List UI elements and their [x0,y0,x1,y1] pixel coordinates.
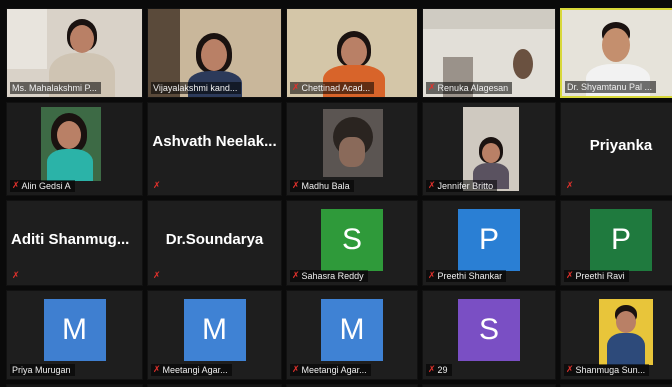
avatar-initial: M [62,313,87,346]
participant-name-tag: ✗ [564,180,578,192]
participant-tile[interactable]: M ✗ Meetangi Agar... [147,290,282,380]
participant-name-tag: ✗ [151,180,165,192]
participant-tile[interactable]: Vijayalakshmi kand... [147,8,282,98]
muted-mic-icon: ✗ [428,83,436,93]
participant-tile[interactable]: Dr.Soundarya ✗ [147,200,282,286]
muted-mic-icon: ✗ [428,365,436,375]
participant-name: Madhu Bala [301,181,350,191]
avatar-initial: P [610,223,631,256]
participant-display-name: Ashvath Neelak... [152,133,277,150]
participant-name: Jennifer Britto [437,181,494,191]
participant-name-tag: ✗ Preethi Shankar [426,270,507,282]
participant-display-name: Aditi Shanmug... [11,231,130,248]
participant-tile[interactable]: ✗ Chettinad Acad... [286,8,418,98]
muted-mic-icon: ✗ [153,181,161,191]
participant-tile[interactable]: Priyanka ✗ [560,102,672,196]
avatar: P [458,209,520,271]
participant-display-name: Priyanka [589,137,653,154]
participant-tile[interactable]: M Priya Murugan [6,290,143,380]
avatar: S [321,209,383,271]
muted-mic-icon: ✗ [153,365,161,375]
participant-tile-active-speaker[interactable]: Dr. Shyamtanu Pal ... [560,8,672,98]
avatar: S [458,299,520,361]
participant-name: Renuka Alagesan [437,83,509,93]
participant-name: Preethi Ravi [575,271,625,281]
participant-name-tag: ✗ Meetangi Agar... [151,364,232,376]
participant-name: Alin Gedsi A [21,181,71,191]
participant-name-tag: Priya Murugan [10,364,75,376]
participant-name-tag: Dr. Shyamtanu Pal ... [565,81,657,93]
participant-tile[interactable]: ✗ Madhu Bala [286,102,418,196]
muted-mic-icon: ✗ [292,271,300,281]
muted-mic-icon: ✗ [566,181,574,191]
participant-name-tag: ✗ Alin Gedsi A [10,180,75,192]
muted-mic-icon: ✗ [428,271,436,281]
participant-name-tag: ✗ Preethi Ravi [564,270,629,282]
participant-name-tag: ✗ [151,270,165,282]
participant-name: Preethi Shankar [437,271,503,281]
participant-name: Shanmuga Sun... [575,365,646,375]
avatar: M [43,299,106,361]
muted-mic-icon: ✗ [292,83,300,93]
participant-name: Vijayalakshmi kand... [153,83,238,93]
participant-name: Chettinad Acad... [301,83,371,93]
participant-name-tag: Vijayalakshmi kand... [151,82,242,94]
participant-name-tag: ✗ 29 [426,364,452,376]
avatar-initial: P [478,223,499,256]
participant-name: Dr. Shyamtanu Pal ... [567,82,653,92]
participant-name-tag: ✗ [10,270,24,282]
muted-mic-icon: ✗ [12,181,20,191]
avatar-initial: S [478,313,499,346]
participant-tile[interactable]: S ✗ Sahasra Reddy [286,200,418,286]
participant-name: Ms. Mahalakshmi P... [12,83,97,93]
participant-display-name: Dr.Soundarya [165,231,264,248]
participant-name-tag: ✗ Meetangi Agar... [290,364,371,376]
muted-mic-icon: ✗ [12,271,20,281]
participant-tile[interactable]: S ✗ 29 [422,290,556,380]
muted-mic-icon: ✗ [566,271,574,281]
participant-name-tag: ✗ Shanmuga Sun... [564,364,650,376]
participant-name-tag: Ms. Mahalakshmi P... [10,82,101,94]
participant-tile[interactable]: ✗ Alin Gedsi A [6,102,143,196]
avatar-initial: M [339,313,365,346]
muted-mic-icon: ✗ [292,181,300,191]
participant-name: Meetangi Agar... [301,365,367,375]
participant-tile[interactable]: Ms. Mahalakshmi P... [6,8,143,98]
participant-name: Sahasra Reddy [301,271,364,281]
gallery-view: Ms. Mahalakshmi P... Vijayalakshmi kand.… [6,8,672,387]
avatar-initial: M [202,313,227,346]
participant-tile[interactable]: ✗ Shanmuga Sun... [560,290,672,380]
avatar: M [321,299,383,361]
participant-tile[interactable]: Ashvath Neelak... ✗ [147,102,282,196]
participant-name: Meetangi Agar... [162,365,228,375]
participant-name-tag: ✗ Sahasra Reddy [290,270,368,282]
participant-name: 29 [437,365,448,375]
participant-tile[interactable]: P ✗ Preethi Ravi [560,200,672,286]
participant-tile[interactable]: ✗ Renuka Alagesan [422,8,556,98]
participant-name: Priya Murugan [12,365,71,375]
participant-tile[interactable]: P ✗ Preethi Shankar [422,200,556,286]
avatar: M [183,299,246,361]
participant-name-tag: ✗ Madhu Bala [290,180,354,192]
participant-name-tag: ✗ Renuka Alagesan [426,82,513,94]
participant-tile[interactable]: Aditi Shanmug... ✗ [6,200,143,286]
participant-tile[interactable]: M ✗ Meetangi Agar... [286,290,418,380]
muted-mic-icon: ✗ [153,271,161,281]
avatar: P [590,209,652,271]
muted-mic-icon: ✗ [428,181,436,191]
muted-mic-icon: ✗ [566,365,574,375]
muted-mic-icon: ✗ [292,365,300,375]
participant-tile[interactable]: ✗ Jennifer Britto [422,102,556,196]
participant-name-tag: ✗ Chettinad Acad... [290,82,375,94]
participant-name-tag: ✗ Jennifer Britto [426,180,498,192]
avatar-initial: S [341,223,362,256]
